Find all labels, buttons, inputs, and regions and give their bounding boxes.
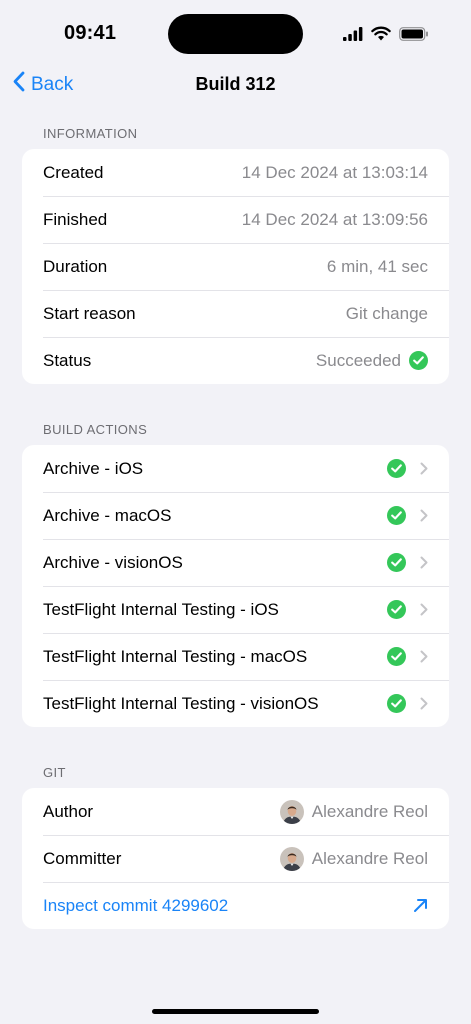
build-actions-group: Archive - iOS Archive - macOS Archive - … bbox=[22, 445, 449, 727]
build-action-label: TestFlight Internal Testing - macOS bbox=[43, 646, 308, 666]
chevron-right-icon bbox=[420, 650, 428, 663]
chevron-right-icon bbox=[420, 697, 428, 710]
build-action-accessories bbox=[387, 600, 428, 619]
build-action-label: TestFlight Internal Testing - visionOS bbox=[43, 693, 319, 713]
git-group: Author Alexandre Reol Committer Alexandr… bbox=[22, 788, 449, 929]
status-bar: 09:41 bbox=[0, 0, 471, 60]
build-action-row[interactable]: Archive - iOS bbox=[22, 445, 449, 492]
checkmark-circle-icon bbox=[387, 600, 406, 619]
author-label: Author bbox=[43, 801, 94, 821]
status-icons bbox=[343, 26, 429, 46]
committer-value: Alexandre Reol bbox=[279, 846, 428, 871]
information-group: Created 14 Dec 2024 at 13:03:14 Finished… bbox=[22, 149, 449, 384]
checkmark-circle-icon bbox=[387, 694, 406, 713]
inspect-commit-row[interactable]: Inspect commit 4299602 bbox=[22, 882, 449, 929]
build-action-label: Archive - visionOS bbox=[43, 552, 183, 572]
battery-icon bbox=[399, 26, 429, 46]
author-name: Alexandre Reol bbox=[311, 801, 428, 821]
info-label: Start reason bbox=[43, 303, 136, 323]
build-action-label: TestFlight Internal Testing - iOS bbox=[43, 599, 279, 619]
git-section-header: GIT bbox=[43, 765, 66, 780]
external-link-icon bbox=[413, 898, 428, 913]
chevron-right-icon bbox=[420, 603, 428, 616]
info-row-status: Status Succeeded bbox=[22, 337, 449, 384]
build-action-accessories bbox=[387, 694, 428, 713]
build-action-accessories bbox=[387, 553, 428, 572]
checkmark-circle-icon bbox=[387, 553, 406, 572]
build-action-accessories bbox=[387, 459, 428, 478]
info-row-created: Created 14 Dec 2024 at 13:03:14 bbox=[22, 149, 449, 196]
info-row-duration: Duration 6 min, 41 sec bbox=[22, 243, 449, 290]
info-value: 6 min, 41 sec bbox=[326, 256, 428, 276]
inspect-commit-link[interactable]: Inspect commit 4299602 bbox=[43, 896, 228, 916]
checkmark-circle-icon bbox=[387, 506, 406, 525]
status-time: 09:41 bbox=[64, 22, 117, 44]
page-title: Build 312 bbox=[195, 74, 276, 94]
build-action-accessories bbox=[387, 506, 428, 525]
git-row-committer: Committer Alexandre Reol bbox=[22, 835, 449, 882]
info-row-start-reason: Start reason Git change bbox=[22, 290, 449, 337]
build-action-label: Archive - iOS bbox=[43, 458, 144, 478]
dynamic-island bbox=[168, 14, 303, 54]
checkmark-circle-icon bbox=[409, 351, 428, 370]
info-row-finished: Finished 14 Dec 2024 at 13:09:56 bbox=[22, 196, 449, 243]
build-action-accessories bbox=[387, 647, 428, 666]
screen: 09:41 Back Build 312 INFORMATION Created… bbox=[0, 0, 471, 1024]
info-value: 14 Dec 2024 at 13:03:14 bbox=[241, 162, 428, 182]
build-action-row[interactable]: TestFlight Internal Testing - visionOS bbox=[22, 680, 449, 727]
checkmark-circle-icon bbox=[387, 459, 406, 478]
build-actions-section-header: BUILD ACTIONS bbox=[43, 422, 148, 437]
git-row-author: Author Alexandre Reol bbox=[22, 788, 449, 835]
checkmark-circle-icon bbox=[387, 647, 406, 666]
author-value: Alexandre Reol bbox=[279, 799, 428, 824]
committer-name: Alexandre Reol bbox=[311, 848, 428, 868]
info-value: Git change bbox=[345, 303, 428, 323]
home-indicator bbox=[152, 1009, 319, 1014]
build-action-row[interactable]: Archive - visionOS bbox=[22, 539, 449, 586]
status-text: Succeeded bbox=[315, 350, 401, 370]
committer-label: Committer bbox=[43, 848, 122, 868]
build-action-row[interactable]: Archive - macOS bbox=[22, 492, 449, 539]
build-action-row[interactable]: TestFlight Internal Testing - macOS bbox=[22, 633, 449, 680]
cellular-signal-icon bbox=[343, 26, 363, 46]
info-label: Created bbox=[43, 162, 104, 182]
build-action-row[interactable]: TestFlight Internal Testing - iOS bbox=[22, 586, 449, 633]
info-label: Status bbox=[43, 350, 92, 370]
avatar bbox=[279, 799, 304, 824]
info-label: Finished bbox=[43, 209, 108, 229]
chevron-right-icon bbox=[420, 509, 428, 522]
avatar bbox=[279, 846, 304, 871]
wifi-icon bbox=[371, 26, 391, 46]
chevron-right-icon bbox=[420, 556, 428, 569]
status-value: Succeeded bbox=[316, 351, 428, 371]
information-section-header: INFORMATION bbox=[43, 126, 138, 141]
info-value: 14 Dec 2024 at 13:09:56 bbox=[241, 209, 428, 229]
chevron-right-icon bbox=[420, 462, 428, 475]
build-action-label: Archive - macOS bbox=[43, 505, 172, 525]
info-label: Duration bbox=[43, 256, 108, 276]
navigation-bar: Back Build 312 bbox=[0, 62, 471, 106]
